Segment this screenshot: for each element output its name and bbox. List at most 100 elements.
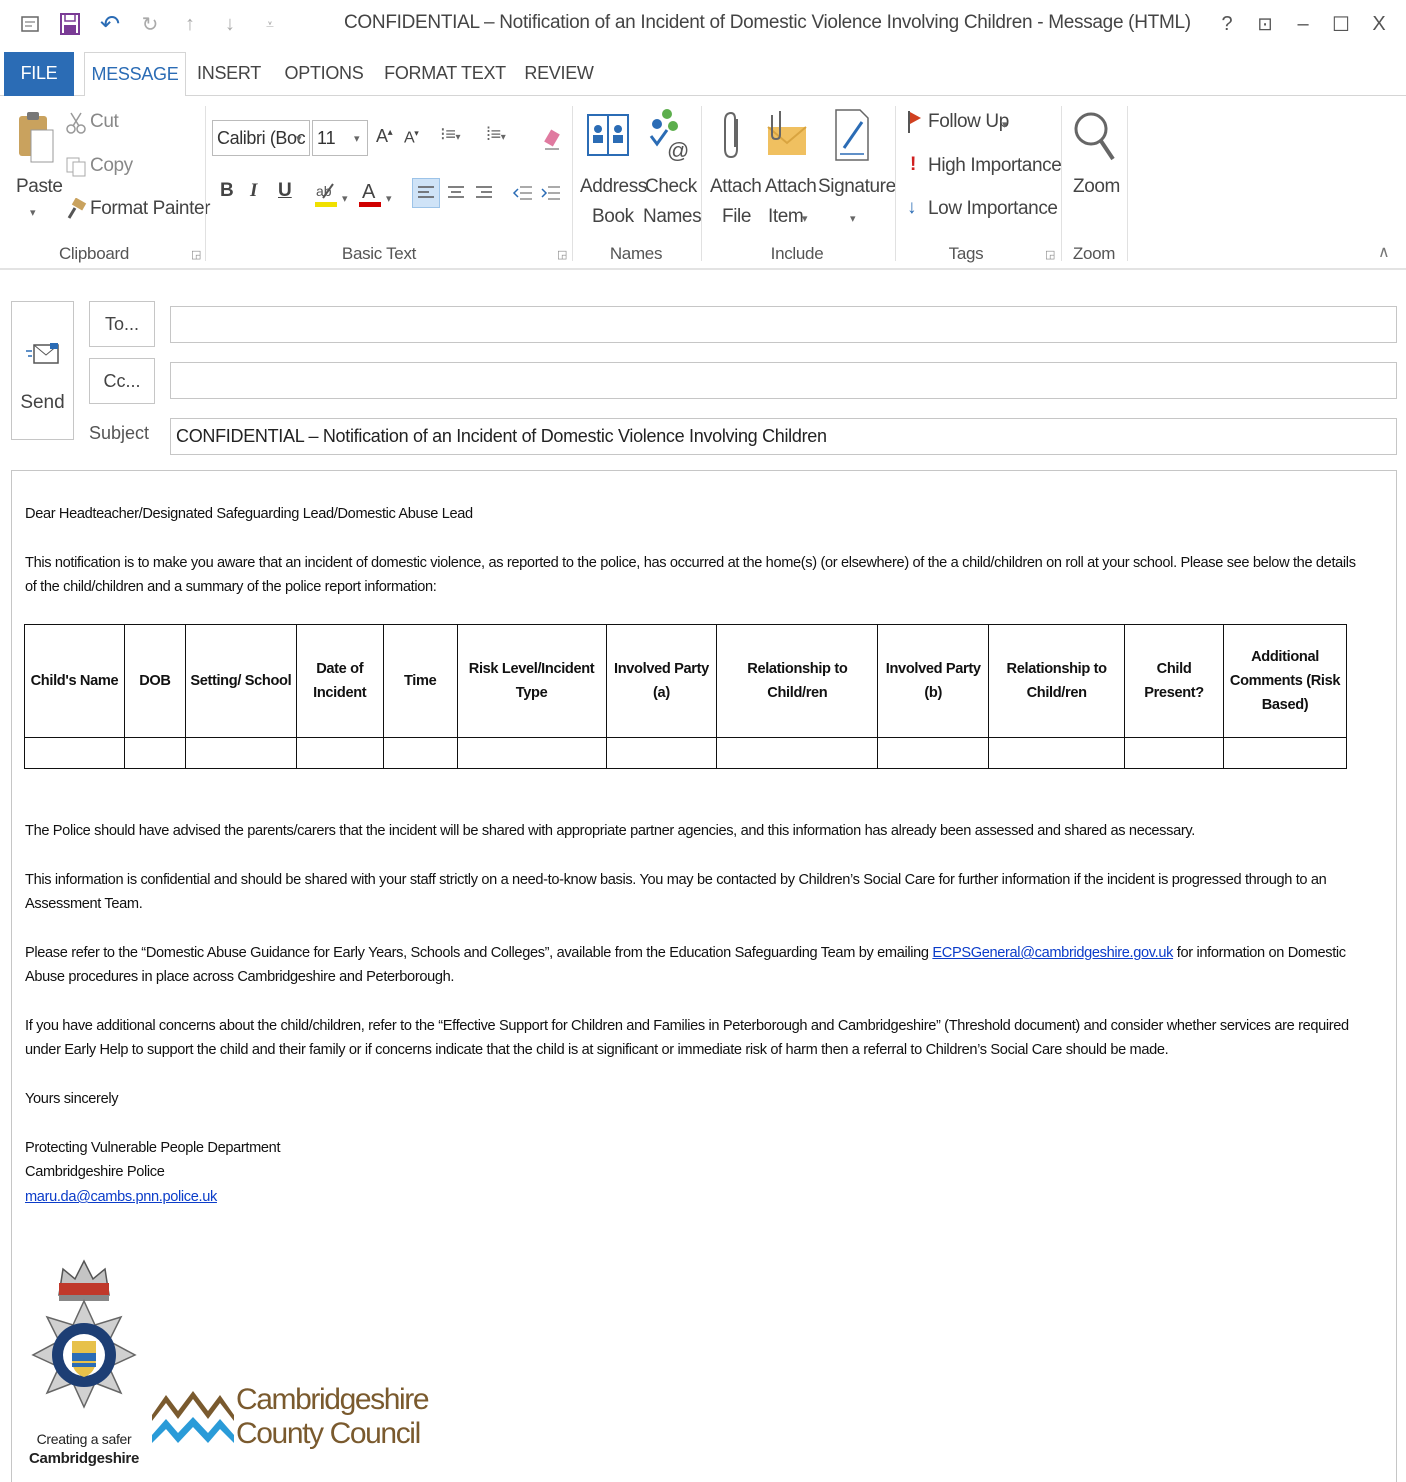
address-book-line1[interactable]: Address [580, 176, 647, 198]
table-cell[interactable] [382, 737, 458, 769]
clipboard-dialog-launcher-icon[interactable]: ◲ [191, 248, 201, 261]
to-button[interactable]: To... [89, 301, 155, 347]
high-importance-button[interactable]: High Importance [928, 155, 1062, 177]
table-cell[interactable] [123, 737, 186, 769]
zoom-group-label: Zoom [1072, 244, 1116, 263]
table-cell[interactable] [716, 737, 879, 769]
police-caption-line1: Creating a safer [36, 1431, 132, 1447]
tab-format-text[interactable]: FORMAT TEXT [384, 52, 506, 96]
numbering-icon[interactable]: ⁞≡▾ [486, 124, 506, 145]
collapse-ribbon-icon[interactable]: ∧ [1378, 242, 1390, 262]
tab-insert[interactable]: INSERT [196, 52, 262, 96]
decrease-indent-icon[interactable] [510, 178, 536, 208]
signature-email-link[interactable]: maru.da@cambs.pnn.police.uk [25, 1189, 217, 1205]
group-divider [205, 106, 206, 261]
window-controls: ? ⊡ – ☐ X [1208, 8, 1398, 40]
tab-file[interactable]: FILE [4, 52, 74, 96]
title-bar: ↶ ↻ ↑ ↓ ⩡ CONFIDENTIAL – Notification of… [0, 0, 1406, 50]
table-cell[interactable] [1124, 737, 1225, 769]
group-divider [1127, 106, 1128, 261]
bold-button[interactable]: B [220, 180, 234, 202]
customize-toolbar-icon[interactable]: ⩡ [250, 8, 290, 40]
font-name-dropdown-icon[interactable]: ▾ [296, 132, 302, 145]
help-button[interactable]: ? [1208, 8, 1246, 40]
table-cell[interactable] [24, 737, 125, 769]
grow-font-icon[interactable]: A▴ [376, 126, 393, 147]
police-advice-paragraph: The Police should have advised the paren… [25, 823, 1195, 839]
signature-dropdown-icon[interactable]: ▾ [850, 212, 856, 225]
window-menu-icon[interactable] [10, 8, 50, 40]
increase-indent-icon[interactable] [538, 178, 564, 208]
follow-up-button[interactable]: Follow Up [928, 111, 1009, 133]
column-header-date-of-incident: Date of Incident [295, 624, 384, 738]
font-size-dropdown-icon[interactable]: ▾ [354, 132, 360, 145]
basic-text-group-label: Basic Text [341, 244, 417, 263]
table-row[interactable] [24, 737, 1347, 769]
zoom-button[interactable]: Zoom [1073, 176, 1120, 198]
clear-formatting-icon[interactable] [540, 126, 564, 152]
window-title: CONFIDENTIAL – Notification of an Incide… [344, 12, 1191, 33]
check-names-line1[interactable]: Check [645, 176, 697, 198]
maximize-button[interactable]: ☐ [1322, 8, 1360, 40]
table-cell[interactable] [877, 737, 990, 769]
minimize-button[interactable]: – [1284, 8, 1322, 40]
intro-paragraph: This notification is to make you aware t… [25, 555, 1356, 595]
send-button[interactable]: Send [11, 301, 74, 440]
table-cell[interactable] [1223, 737, 1347, 769]
save-icon[interactable] [50, 8, 90, 40]
italic-button[interactable]: I [250, 180, 257, 202]
ecps-email-link[interactable]: ECPSGeneral@cambridgeshire.gov.uk [932, 945, 1173, 961]
font-color-icon[interactable]: A [356, 178, 384, 208]
close-button[interactable]: X [1360, 8, 1398, 40]
svg-text:@: @ [667, 138, 689, 162]
table-cell[interactable] [184, 737, 297, 769]
attach-file-line1[interactable]: Attach [710, 176, 762, 198]
shrink-font-icon[interactable]: A▾ [404, 128, 419, 147]
attach-file-line2[interactable]: File [722, 206, 751, 228]
tags-dialog-launcher-icon[interactable]: ◲ [1045, 248, 1055, 261]
table-cell[interactable] [456, 737, 607, 769]
basic-text-dialog-launcher-icon[interactable]: ◲ [557, 248, 567, 261]
low-importance-button[interactable]: Low Importance [928, 198, 1058, 220]
signature-email-row: maru.da@cambs.pnn.police.uk [25, 1185, 1365, 1209]
tab-options[interactable]: OPTIONS [280, 52, 368, 96]
redo-icon[interactable]: ↻ [130, 8, 170, 40]
table-cell[interactable] [988, 737, 1126, 769]
group-divider [1061, 106, 1062, 261]
follow-up-dropdown-icon[interactable]: ▾ [1002, 118, 1008, 131]
next-item-icon[interactable]: ↓ [210, 8, 250, 40]
signature-icon [834, 108, 872, 162]
bullets-icon[interactable]: ⁝≡▾ [440, 124, 460, 145]
cc-field[interactable] [170, 362, 1397, 399]
names-group-label: Names [609, 244, 663, 263]
to-field[interactable] [170, 306, 1397, 343]
font-color-dropdown-icon[interactable]: ▾ [386, 192, 392, 205]
signature-button[interactable]: Signature [818, 176, 896, 198]
align-right-icon[interactable] [470, 178, 498, 208]
check-names-line2[interactable]: Names [643, 206, 702, 228]
attach-item-line1[interactable]: Attach [765, 176, 817, 198]
previous-item-icon[interactable]: ↑ [170, 8, 210, 40]
subject-field[interactable]: CONFIDENTIAL – Notification of an Incide… [170, 418, 1397, 455]
align-center-icon[interactable] [442, 178, 470, 208]
table-cell[interactable] [295, 737, 384, 769]
highlight-dropdown-icon[interactable]: ▾ [342, 192, 348, 205]
attach-item-line2[interactable]: Item [768, 206, 804, 228]
paste-button[interactable]: Paste [16, 176, 63, 198]
paste-dropdown-icon[interactable]: ▾ [30, 206, 36, 219]
attach-item-dropdown-icon[interactable]: ▾ [802, 212, 808, 225]
undo-icon[interactable]: ↶ [90, 8, 130, 40]
highlight-icon[interactable]: ab [312, 180, 340, 208]
tab-review[interactable]: REVIEW [522, 52, 596, 96]
address-book-line2[interactable]: Book [592, 206, 634, 228]
table-cell[interactable] [605, 737, 718, 769]
ribbon-display-options-icon[interactable]: ⊡ [1246, 8, 1284, 40]
underline-button[interactable]: U [278, 180, 292, 202]
tab-message[interactable]: MESSAGE [84, 52, 186, 97]
cut-button[interactable]: Cut [90, 111, 119, 133]
align-left-icon[interactable] [412, 178, 440, 208]
cc-button[interactable]: Cc... [89, 358, 155, 404]
format-painter-button[interactable]: Format Painter [90, 198, 210, 220]
copy-button[interactable]: Copy [90, 155, 133, 177]
paste-icon[interactable] [14, 108, 56, 168]
